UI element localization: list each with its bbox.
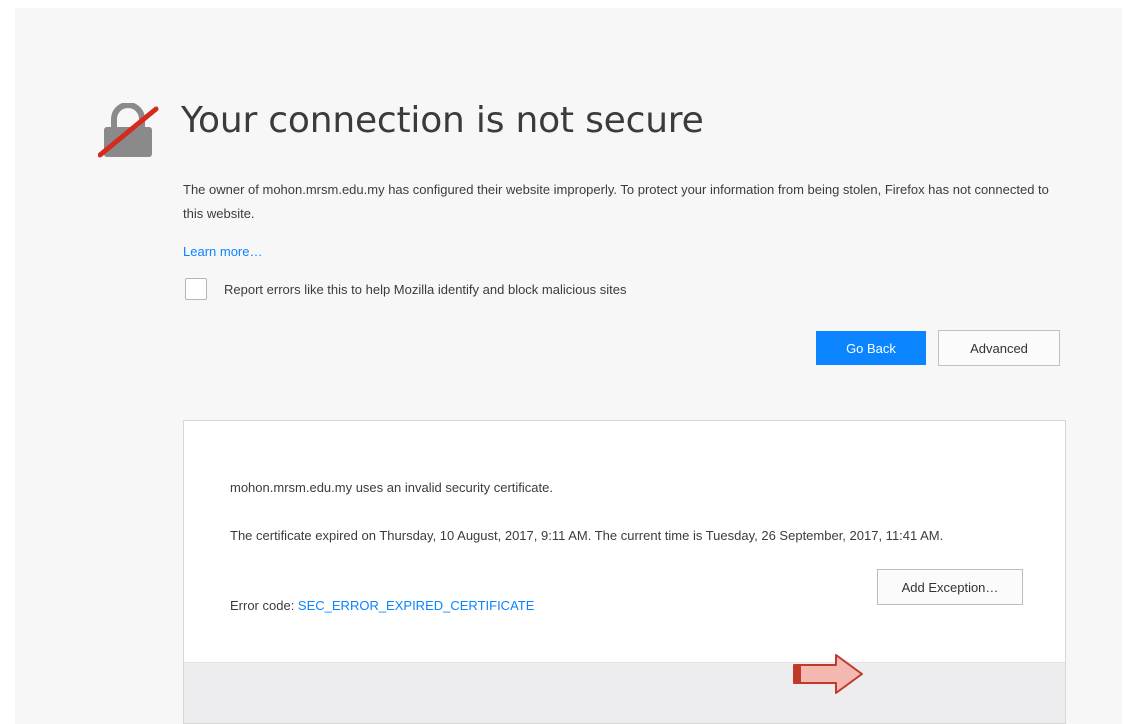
advanced-button[interactable]: Advanced [938, 330, 1060, 366]
add-exception-button[interactable]: Add Exception… [877, 569, 1023, 605]
panel-footer [184, 662, 1065, 723]
certificate-expiry-text: The certificate expired on Thursday, 10 … [230, 528, 944, 543]
invalid-certificate-text: mohon.mrsm.edu.my uses an invalid securi… [230, 480, 553, 495]
report-errors-row: Report errors like this to help Mozilla … [185, 278, 626, 300]
broken-lock-icon [98, 103, 159, 158]
page-title: Your connection is not secure [181, 100, 704, 141]
report-errors-label: Report errors like this to help Mozilla … [224, 281, 627, 297]
red-arrow-icon [793, 654, 863, 694]
learn-more-link[interactable]: Learn more… [183, 244, 262, 259]
error-description: The owner of mohon.mrsm.edu.my has confi… [183, 182, 1049, 221]
advanced-panel: mohon.mrsm.edu.my uses an invalid securi… [183, 420, 1066, 724]
go-back-button[interactable]: Go Back [816, 331, 926, 365]
error-code-link[interactable]: SEC_ERROR_EXPIRED_CERTIFICATE [298, 598, 534, 613]
report-errors-checkbox[interactable] [185, 278, 207, 300]
error-code-label: Error code: [230, 598, 298, 613]
error-code-row: Error code: SEC_ERROR_EXPIRED_CERTIFICAT… [230, 595, 534, 616]
